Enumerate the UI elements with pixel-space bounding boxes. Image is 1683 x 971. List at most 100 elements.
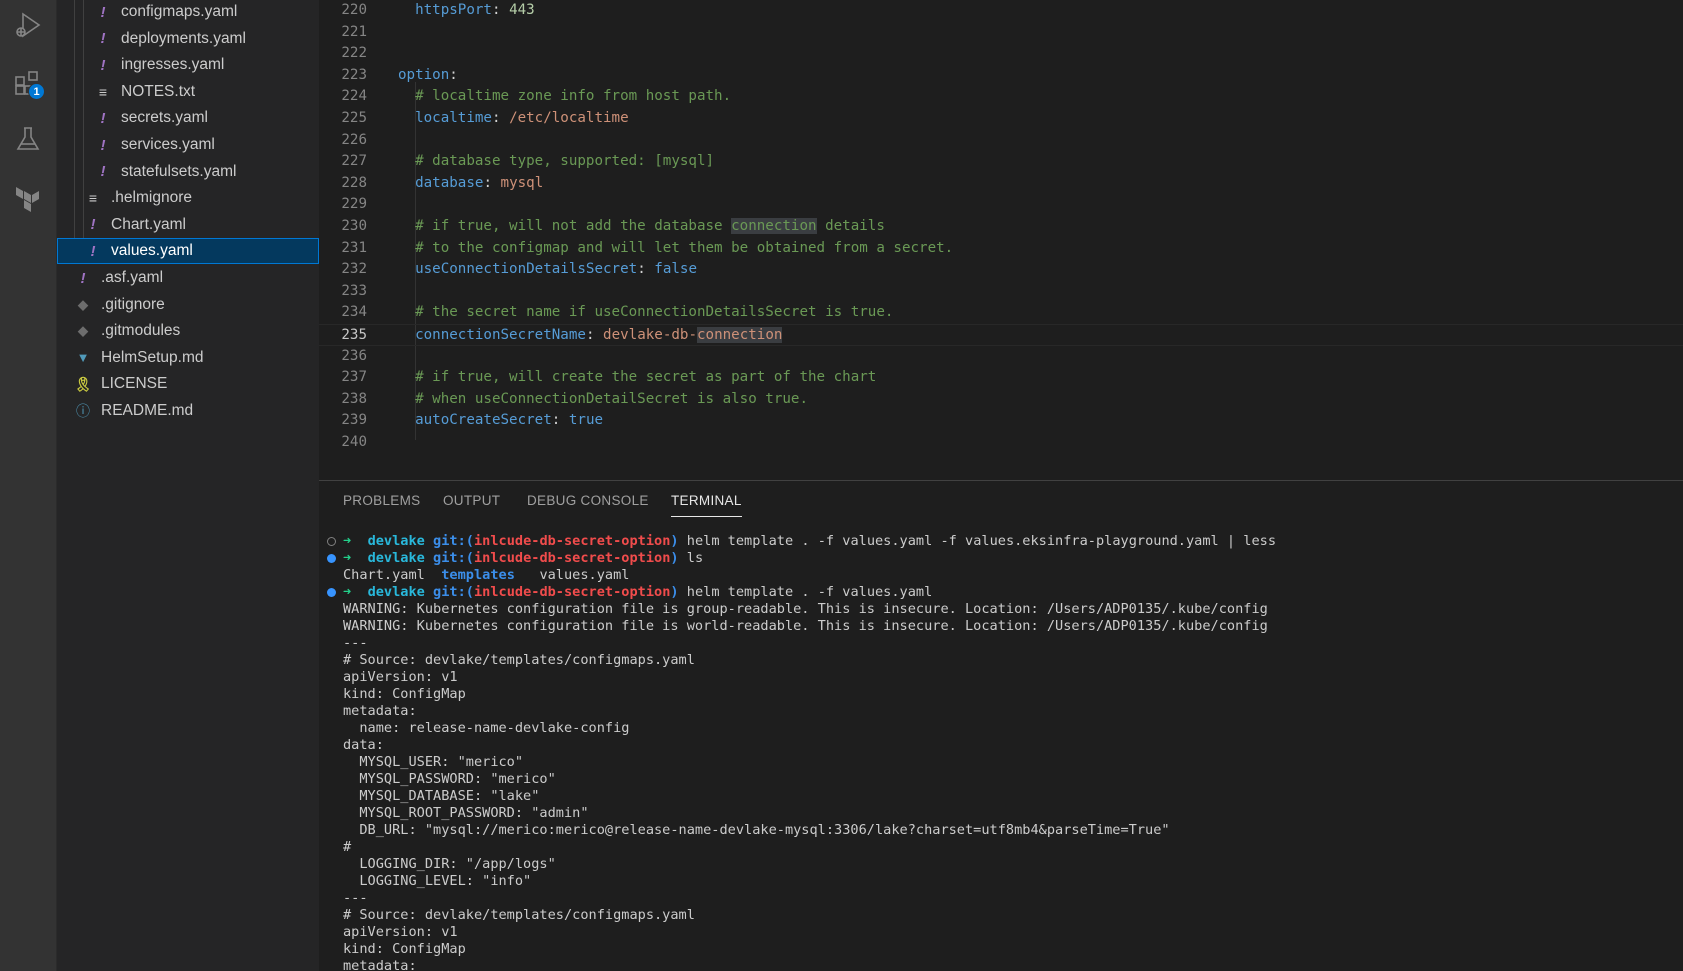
terminal-line: LOGGING_DIR: "/app/logs" — [343, 856, 555, 873]
explorer-item[interactable]: ! Chart.yaml — [57, 212, 319, 238]
explorer-item[interactable]: ⓘ README.md — [57, 398, 319, 424]
code-line[interactable]: 239 autoCreateSecret: true — [319, 410, 1683, 432]
code-line[interactable]: 224 # localtime zone info from host path… — [319, 86, 1683, 108]
code-line[interactable]: 228 database: mysql — [319, 173, 1683, 195]
yaml-icon: ! — [90, 216, 96, 234]
code-content: # to the configmap and will let them be … — [398, 238, 953, 260]
code-editor[interactable]: 220 httpsPort: 443 221 222 223 option: 224 # … — [319, 0, 1683, 480]
terminal-text: git:( — [433, 584, 474, 600]
terminal-text: values.yaml — [514, 567, 630, 583]
explorer-item[interactable]: ≡ .helmignore — [57, 185, 319, 211]
explorer-item-label: services.yaml — [121, 136, 215, 153]
explorer-item[interactable]: ! deployments.yaml — [57, 26, 319, 52]
terminal-text: git:( — [433, 550, 474, 566]
code-line[interactable]: 236 — [319, 346, 1683, 368]
code-token: option — [398, 66, 450, 83]
code-line[interactable]: 221 — [319, 22, 1683, 44]
code-line[interactable]: 222 — [319, 43, 1683, 65]
terminal-text: git:( — [433, 533, 474, 549]
code-content: # if true, will create the secret as par… — [398, 367, 876, 389]
terminal-text: inlcude-db-secret-option — [473, 533, 671, 549]
explorer-item[interactable]: ! .asf.yaml — [57, 265, 319, 291]
code-line[interactable]: 226 — [319, 130, 1683, 152]
code-line[interactable]: 225 localtime: /etc/localtime — [319, 108, 1683, 130]
code-token: : — [637, 261, 655, 278]
testing-flask-icon[interactable] — [11, 122, 45, 156]
code-line[interactable]: 233 — [319, 281, 1683, 303]
code-content: option: — [398, 65, 458, 87]
terminal-text: inlcude-db-secret-option — [473, 584, 671, 600]
explorer-item[interactable]: ! secrets.yaml — [57, 105, 319, 131]
code-line[interactable]: 232 useConnectionDetailsSecret: false — [319, 259, 1683, 281]
code-line[interactable]: 223 option: — [319, 65, 1683, 87]
code-line[interactable]: 227 # database type, supported: [mysql] — [319, 151, 1683, 173]
explorer-sidebar: ! configmaps.yaml! deployments.yaml! ingres… — [57, 0, 319, 971]
line-number: 223 — [341, 66, 367, 83]
explorer-item[interactable]: ≡ NOTES.txt — [57, 79, 319, 105]
explorer-item[interactable]: ▼ HelmSetup.md — [57, 345, 319, 371]
yaml-icon: ! — [100, 109, 106, 127]
activity-bar: 1 — [0, 0, 57, 971]
tab-output[interactable]: OUTPUT — [443, 493, 500, 508]
run-and-debug-icon[interactable] — [11, 8, 45, 42]
line-number: 237 — [341, 369, 367, 386]
code-token: # to the configmap and will let them be … — [415, 239, 954, 256]
extensions-icon[interactable]: 1 — [11, 66, 45, 100]
line-number: 230 — [341, 218, 367, 234]
terminal-line: # Source: devlake/templates/configmaps.y… — [343, 652, 695, 669]
terminal-text: Chart.yaml — [343, 567, 442, 583]
explorer-item[interactable]: ! services.yaml — [57, 132, 319, 158]
terminal-line: metadata: — [343, 958, 417, 971]
terminal-line: kind: ConfigMap — [343, 941, 466, 958]
terminal-line: apiVersion: v1 — [343, 669, 458, 686]
tab-debug-console[interactable]: DEBUG CONSOLE — [527, 493, 649, 508]
tab-problems[interactable]: PROBLEMS — [343, 493, 420, 508]
explorer-item[interactable]: ! values.yaml — [57, 238, 319, 265]
command-decoration-icon[interactable] — [327, 554, 336, 563]
explorer-item-label: ingresses.yaml — [121, 56, 225, 74]
code-line[interactable]: 234 # the secret name if useConnectionDe… — [319, 302, 1683, 324]
code-token: devlake-db- — [603, 327, 697, 343]
code-line[interactable]: 237 # if true, will create the secret as… — [319, 367, 1683, 389]
code-content: httpsPort: 443 — [398, 0, 535, 22]
terminal-text: kind: ConfigMap — [343, 686, 466, 702]
code-line[interactable]: 220 httpsPort: 443 — [319, 0, 1683, 22]
code-line[interactable]: 238 # when useConnectionDetailSecret is … — [319, 389, 1683, 411]
yaml-icon: ! — [100, 163, 106, 181]
code-line[interactable]: 235 connectionSecretName: devlake-db-con… — [319, 324, 1683, 346]
terminal-text: devlake — [367, 550, 434, 566]
command-decoration-icon[interactable] — [327, 537, 336, 546]
explorer-item[interactable]: 🎗 LICENSE — [57, 371, 319, 397]
code-line[interactable]: 229 — [319, 194, 1683, 216]
code-content: # if true, will not add the database con… — [398, 216, 885, 238]
explorer-item-label: NOTES.txt — [121, 82, 196, 100]
explorer-item[interactable]: ◆ .gitmodules — [57, 318, 319, 344]
terminal-text: WARNING: Kubernetes configuration file i… — [343, 618, 1268, 634]
tab-terminal[interactable]: TERMINAL — [671, 493, 742, 517]
panel-tabs: PROBLEMS OUTPUT DEBUG CONSOLE TERMINAL — [319, 481, 1683, 521]
explorer-item-label: configmaps.yaml — [121, 3, 238, 20]
line-number: 222 — [341, 45, 367, 62]
code-line[interactable]: 231 # to the configmap and will let them… — [319, 238, 1683, 260]
explorer-item[interactable]: ! configmaps.yaml — [57, 0, 319, 25]
explorer-item[interactable]: ◆ .gitignore — [57, 292, 319, 318]
terminal-text: DB_URL: "mysql://merico:merico@release-n… — [343, 822, 1170, 838]
terraform-icon[interactable] — [11, 181, 45, 215]
terminal-text: metadata: — [343, 958, 417, 971]
explorer-item-label: values.yaml — [111, 242, 193, 260]
explorer-item[interactable]: ! statefulsets.yaml — [57, 159, 319, 185]
explorer-item[interactable]: ! ingresses.yaml — [57, 52, 319, 78]
line-number: 221 — [341, 23, 367, 40]
terminal-text: WARNING: Kubernetes configuration file i… — [343, 601, 1268, 617]
code-token: # localtime zone info from host path. — [415, 88, 732, 105]
code-content: # the secret name if useConnectionDetail… — [398, 302, 893, 324]
line-number: 233 — [341, 282, 367, 299]
command-decoration-icon[interactable] — [327, 588, 336, 597]
code-line[interactable]: 230 # if true, will not add the database… — [319, 216, 1683, 238]
yaml-icon: ! — [90, 242, 96, 260]
code-line[interactable]: 240 — [319, 432, 1683, 454]
terminal-line: MYSQL_ROOT_PASSWORD: "admin" — [343, 805, 588, 822]
